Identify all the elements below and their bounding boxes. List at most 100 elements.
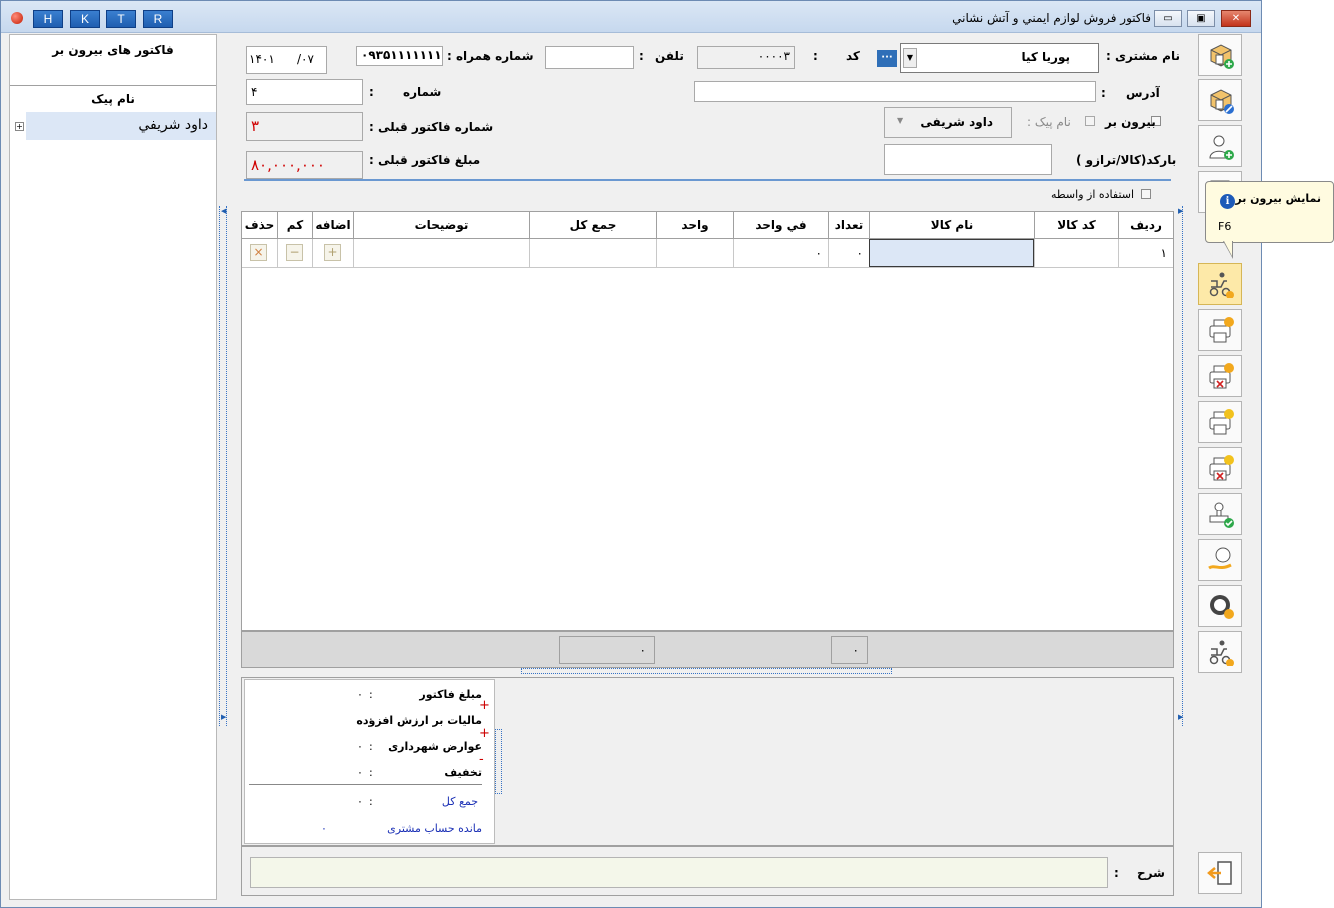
exit-button[interactable]: [1198, 852, 1242, 894]
delivery-coin-button[interactable]: [1198, 631, 1242, 673]
date-field[interactable]: ۱۴۰۱ /۰۷: [246, 46, 327, 74]
col-delete[interactable]: حذف: [242, 212, 277, 238]
municipal-label: عوارض شهرداری: [388, 740, 482, 753]
col-total[interactable]: جمع کل: [529, 212, 656, 238]
title-bar: H K T R فاكتور فروش لوازم ايمني و آتش نش…: [1, 1, 1261, 33]
agent-label: استفاده از واسطه: [1051, 188, 1135, 201]
add-cell: +: [312, 239, 353, 267]
discount-colon: :: [369, 766, 373, 779]
approve-button[interactable]: [1198, 493, 1242, 535]
horizontal-splitter[interactable]: [521, 668, 892, 674]
unit-cell[interactable]: [656, 239, 733, 267]
payment-button[interactable]: [1198, 539, 1242, 581]
col-item-code[interactable]: کد کالا: [1034, 212, 1118, 238]
balance-value: ۰: [321, 822, 327, 835]
barcode-field[interactable]: [884, 144, 1052, 175]
print-coin-button[interactable]: [1198, 401, 1242, 443]
address-colon: :: [1101, 86, 1106, 100]
sharh-colon: :: [1114, 866, 1119, 880]
address-field[interactable]: [694, 81, 1096, 102]
splitter-arrow-icon[interactable]: ▶: [221, 713, 226, 721]
info-icon: i: [1220, 194, 1235, 209]
col-unit[interactable]: واحد: [656, 212, 733, 238]
number-field[interactable]: ۴: [246, 79, 363, 105]
description-cell[interactable]: [353, 239, 529, 267]
k-button[interactable]: K: [70, 10, 100, 28]
customer-more-button[interactable]: ···: [877, 50, 897, 67]
splitter-arrow-icon[interactable]: ▶: [1178, 207, 1183, 215]
delete-cell: ×: [242, 239, 277, 267]
cancel-print-button[interactable]: [1198, 355, 1242, 397]
print-coin-cancel-button[interactable]: [1198, 447, 1242, 489]
tooltip-title: نمایش بیرون بر: [1235, 192, 1321, 205]
sum-total: ۰: [559, 636, 655, 664]
left-splitter[interactable]: [219, 206, 227, 726]
table-row[interactable]: × − + ۰ ۰ ۱: [242, 239, 1173, 268]
col-qty[interactable]: تعداد: [828, 212, 869, 238]
edit-box-icon: [1210, 89, 1234, 114]
sharh-field[interactable]: [250, 857, 1108, 888]
stamp-approve-icon: [1209, 502, 1234, 528]
less-cell: −: [277, 239, 312, 267]
item-code-cell[interactable]: [1034, 239, 1118, 267]
courier-select[interactable]: ▼ داود شریفی: [884, 107, 1012, 138]
chevron-down-icon[interactable]: ▼: [903, 48, 917, 68]
courier-row-label: داود شريفي: [138, 117, 208, 133]
col-less[interactable]: کم: [277, 212, 312, 238]
col-description[interactable]: توضيحات: [353, 212, 529, 238]
qty-cell[interactable]: ۰: [828, 239, 869, 267]
courier-checkbox[interactable]: [1085, 116, 1095, 126]
phone-colon: :: [639, 49, 644, 63]
agent-checkbox[interactable]: [1141, 189, 1151, 199]
window-title: فاكتور فروش لوازم ايمني و آتش نشاني: [952, 11, 1151, 25]
t-button[interactable]: T: [106, 10, 136, 28]
maximize-button[interactable]: ▣: [1187, 10, 1215, 27]
r-button[interactable]: R: [143, 10, 173, 28]
col-row[interactable]: رديف: [1118, 212, 1173, 238]
prev-invoice-amount-field: ۸۰,۰۰۰,۰۰۰: [246, 151, 363, 179]
phone-label: تلفن: [655, 49, 684, 63]
phone-field[interactable]: [545, 46, 634, 69]
col-unit-price[interactable]: في واحد: [733, 212, 828, 238]
edit-invoice-button[interactable]: [1198, 79, 1242, 121]
summary-splitter[interactable]: [495, 729, 502, 794]
courier-row[interactable]: داود شريفي: [26, 112, 216, 140]
close-button[interactable]: ✕: [1221, 10, 1251, 27]
col-item-name[interactable]: نام کالا: [869, 212, 1034, 238]
total-cell[interactable]: [529, 239, 656, 267]
print-coin-cancel-icon: [1209, 455, 1234, 481]
add-customer-button[interactable]: [1198, 125, 1242, 167]
minus-icon[interactable]: −: [286, 244, 303, 261]
date-month: /۰۷: [297, 52, 314, 66]
outbound-label: بیرون بر: [1105, 115, 1156, 129]
code-colon: :: [813, 49, 818, 63]
prev-invoice-no-label: شماره فاکتور قبلی :: [369, 120, 494, 134]
row-number-cell: ۱: [1118, 239, 1173, 267]
prev-invoice-amount-label: مبلغ فاکتور قبلی :: [369, 153, 481, 167]
splitter-arrow-icon[interactable]: ◀: [221, 207, 226, 215]
minimize-button[interactable]: ▭: [1154, 10, 1182, 27]
outbound-invoices-title: فاکتور های بیرون بر: [52, 43, 174, 57]
right-splitter[interactable]: [1177, 206, 1183, 726]
h-button[interactable]: H: [33, 10, 63, 28]
unit-price-cell[interactable]: ۰: [733, 239, 828, 267]
plus-icon[interactable]: +: [324, 244, 341, 261]
plus-sign: +: [479, 698, 490, 713]
item-name-cell[interactable]: [869, 239, 1034, 267]
courier-value: داود شریفی: [920, 115, 993, 129]
col-add[interactable]: اضافه: [312, 212, 353, 238]
plus-sign: +: [479, 726, 490, 741]
show-outbound-button[interactable]: [1198, 263, 1242, 305]
customer-value: پوریا کیا: [1021, 50, 1070, 64]
grid-footer: ۰ ۰: [241, 631, 1174, 668]
money-cycle-button[interactable]: [1198, 585, 1242, 627]
expand-icon[interactable]: +: [15, 122, 24, 131]
grid-header: حذف کم اضافه توضيحات جمع کل واحد في واحد…: [242, 212, 1173, 239]
number-label: شماره: [403, 85, 442, 99]
mobile-field[interactable]: ۰۹۳۵۱۱۱۱۱۱۱: [356, 46, 443, 66]
splitter-arrow-icon[interactable]: ▶: [1178, 713, 1183, 721]
customer-select[interactable]: ▼ پوریا کیا: [900, 43, 1099, 73]
print-invoice-button[interactable]: [1198, 309, 1242, 351]
delete-icon[interactable]: ×: [250, 244, 267, 261]
new-invoice-button[interactable]: [1198, 34, 1242, 76]
